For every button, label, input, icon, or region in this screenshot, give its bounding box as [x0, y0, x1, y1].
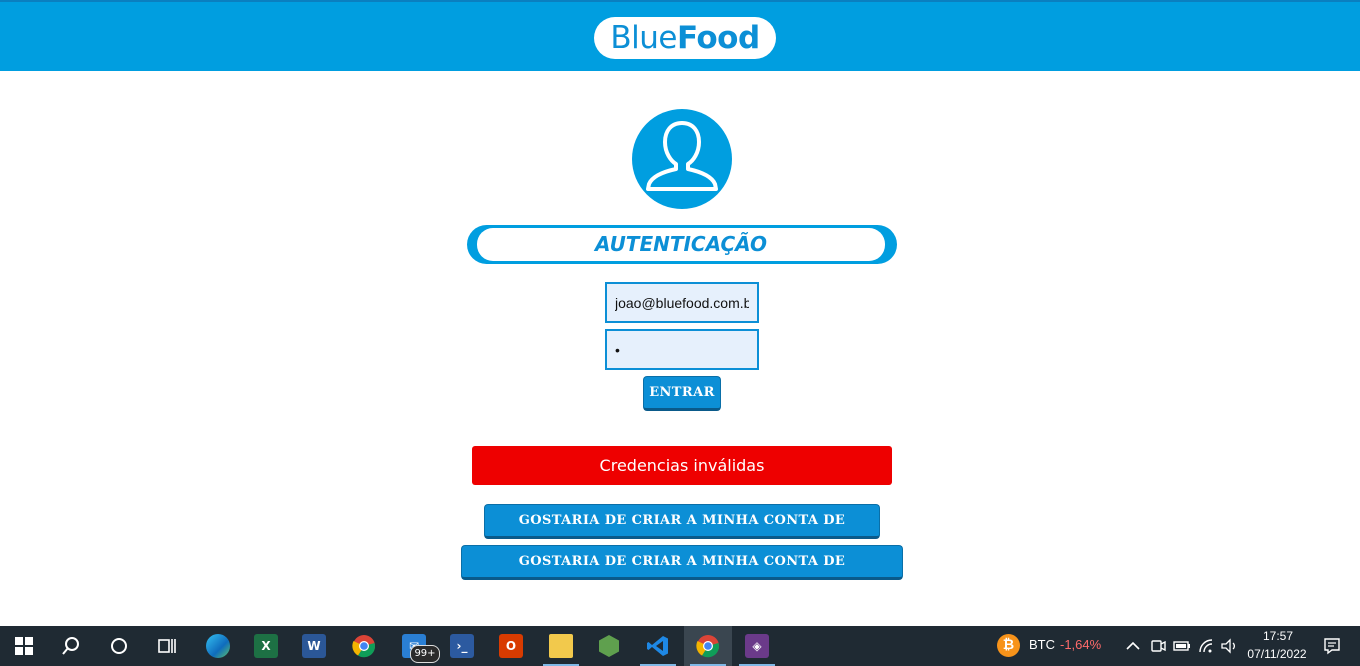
node-icon[interactable] [585, 626, 633, 666]
windows-start-icon[interactable] [0, 626, 48, 666]
chrome-active-icon[interactable] [684, 626, 732, 666]
clock-date[interactable]: 07/11/2022 [1244, 647, 1310, 661]
task-view-icon[interactable] [143, 626, 191, 666]
wifi-icon[interactable] [1198, 634, 1216, 658]
volume-icon[interactable] [1220, 634, 1238, 658]
login-button[interactable]: ENTRAR [643, 376, 721, 411]
bluefood-logo[interactable]: BlueFood [594, 17, 776, 59]
game-icon[interactable]: ◈ [733, 626, 781, 666]
word-icon[interactable]: W [290, 626, 338, 666]
auth-title-frame: AUTENTICAÇÃO [467, 225, 897, 264]
vscode-icon[interactable] [634, 626, 682, 666]
create-restaurant-account-button[interactable]: GOSTARIA DE CRIAR A MINHA CONTA DE RESTA… [461, 545, 903, 601]
battery-icon[interactable] [1173, 634, 1191, 658]
btc-label: BTC [1029, 637, 1055, 652]
bitcoin-icon[interactable]: ₿ [997, 634, 1020, 657]
logo-text-light: Blue [610, 20, 677, 56]
show-hidden-icons-icon[interactable] [1126, 634, 1140, 658]
chrome-icon[interactable] [340, 626, 388, 666]
office-icon[interactable]: O [487, 626, 535, 666]
page-title: AUTENTICAÇÃO [477, 228, 885, 261]
email-input[interactable] [605, 282, 759, 323]
cortana-icon[interactable] [95, 626, 143, 666]
edge-icon[interactable] [194, 626, 242, 666]
top-header: BlueFood [0, 0, 1360, 71]
meet-icon[interactable] [1150, 634, 1166, 658]
terminal-icon[interactable]: ›_ [438, 626, 486, 666]
btc-change: -1,64% [1060, 637, 1102, 652]
password-input[interactable] [605, 329, 759, 370]
file-explorer-icon[interactable] [537, 626, 585, 666]
create-client-account-button[interactable]: GOSTARIA DE CRIAR A MINHA CONTA DE CLIEN… [484, 504, 880, 560]
search-icon[interactable] [47, 626, 95, 666]
user-avatar-icon [632, 109, 732, 209]
notifications-icon[interactable] [1323, 634, 1341, 658]
error-alert: Credencias inválidas [472, 446, 892, 485]
logo-text-bold: Food [676, 20, 760, 56]
mail-count-badge: 99+ [410, 645, 440, 663]
clock-time[interactable]: 17:57 [1258, 629, 1298, 643]
excel-icon[interactable]: X [242, 626, 290, 666]
